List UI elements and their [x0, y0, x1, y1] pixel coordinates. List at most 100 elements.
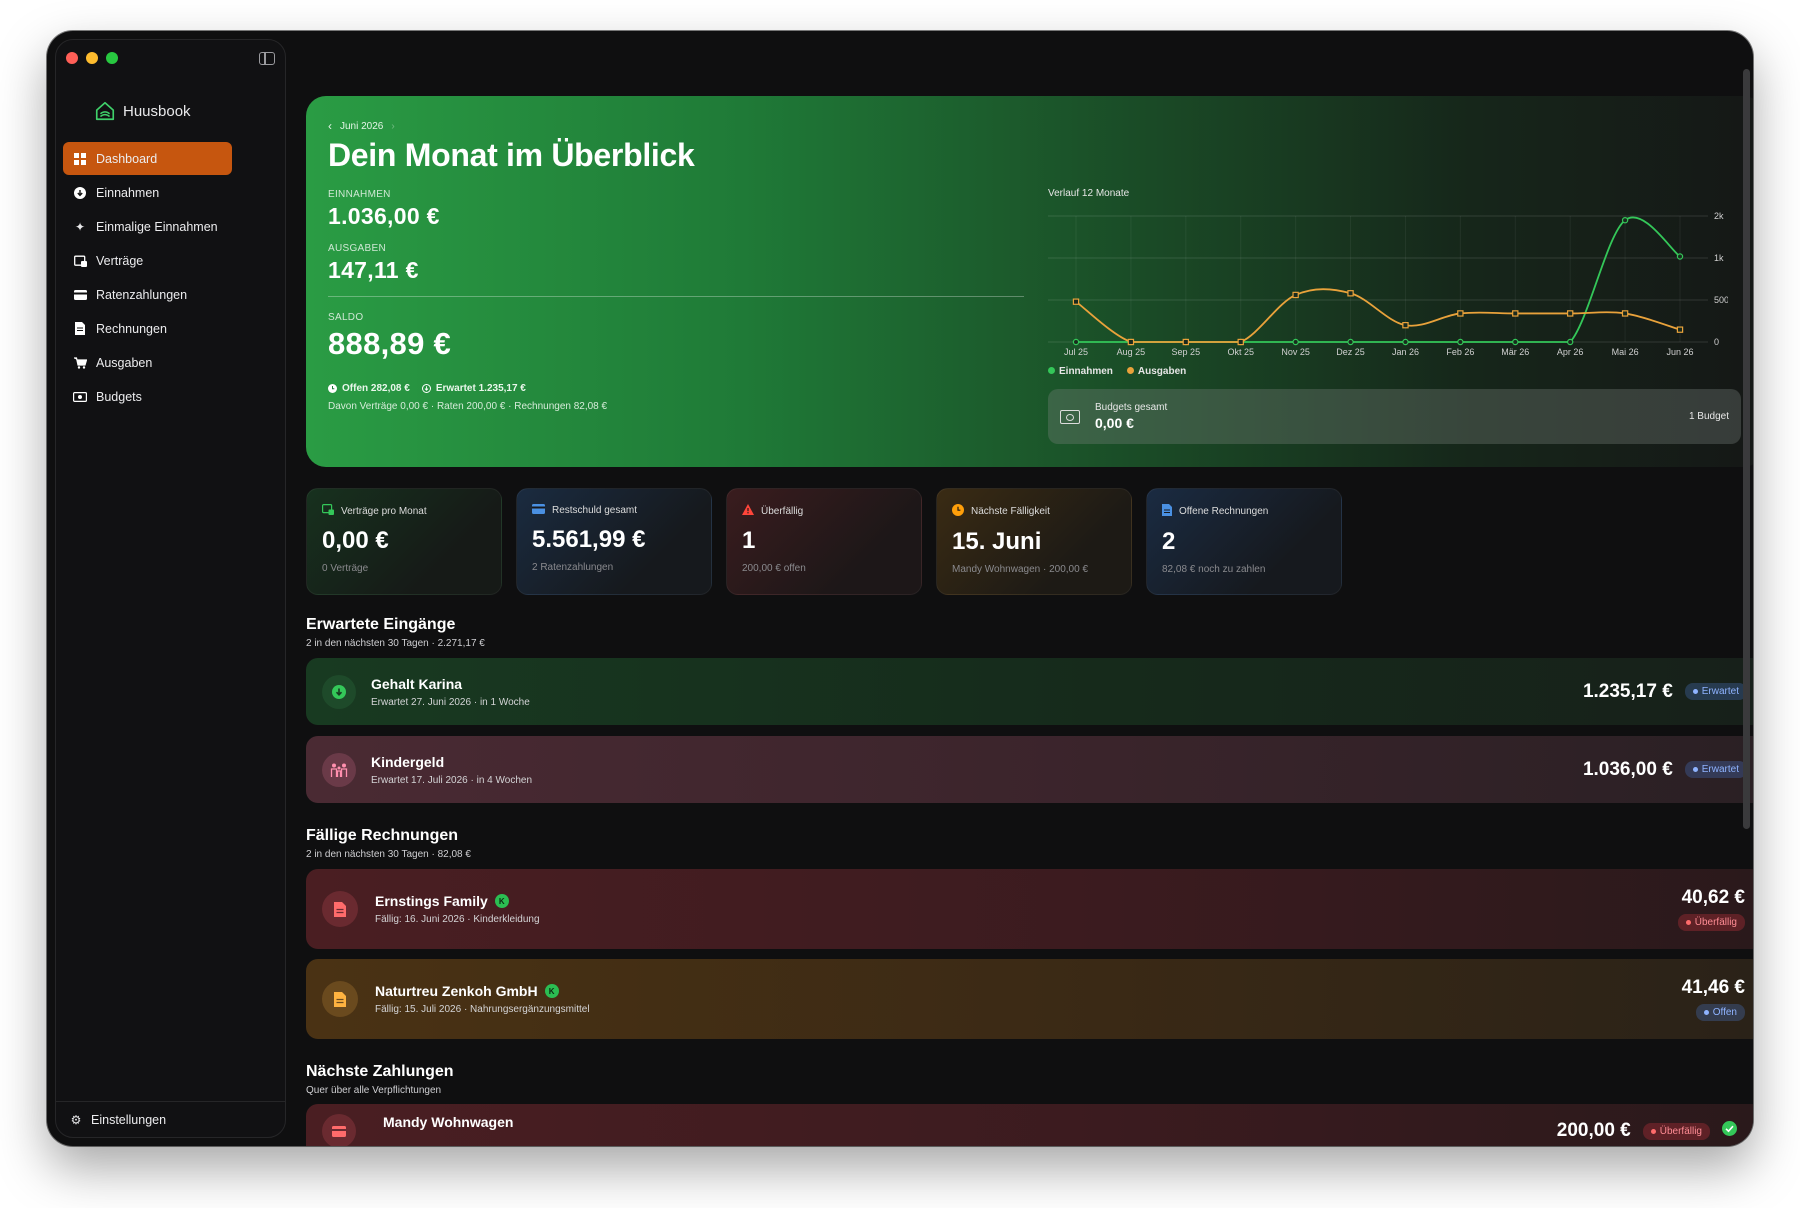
status-badge: Überfällig — [1677, 914, 1745, 931]
list-item-naturtreu[interactable]: Naturtreu Zenkoh GmbH K Fällig: 15. Juli … — [306, 959, 1753, 1039]
minimize-window-button[interactable] — [86, 52, 98, 64]
x-tick-label: Sep 25 — [1172, 347, 1201, 357]
document-icon — [322, 981, 358, 1017]
section-sub: Quer über alle Verpflichtungen — [306, 1085, 442, 1096]
house-logo-icon — [95, 101, 115, 121]
arrow-down-circle-icon — [73, 186, 87, 200]
settings-button[interactable]: ⚙ Einstellungen — [56, 1101, 285, 1137]
close-window-button[interactable] — [66, 52, 78, 64]
status-badge: Erwartet — [1684, 683, 1747, 700]
arrow-down-circle-icon — [322, 674, 356, 709]
sidebar-item-ratenzahlungen[interactable]: Ratenzahlungen — [63, 278, 232, 311]
x-tick-label: Okt 25 — [1227, 347, 1254, 357]
family-icon — [322, 752, 356, 787]
list-item-kindergeld[interactable]: Kindergeld Erwartet 17. Juli 2026 · in 4… — [306, 736, 1753, 803]
sidebar-item-budgets[interactable]: Budgets — [63, 380, 232, 413]
stat-label: Überfällig — [761, 505, 804, 517]
x-tick-label: Aug 25 — [1117, 347, 1146, 357]
data-point — [1621, 310, 1629, 317]
row-amount: 41,46 € — [1681, 977, 1745, 998]
settings-label: Einstellungen — [91, 1112, 167, 1127]
y-tick-label: 1k — [1714, 253, 1724, 263]
stat-card-vertraege[interactable]: Verträge pro Monat 0,00 € 0 Verträge — [306, 488, 502, 595]
stat-card-naechste-faelligkeit[interactable]: Nächste Fälligkeit 15. Juni Mandy Wohnwa… — [936, 488, 1132, 595]
data-point — [1457, 310, 1464, 317]
stat-sub: Mandy Wohnwagen · 200,00 € — [952, 564, 1089, 575]
x-tick-label: Feb 26 — [1446, 347, 1474, 357]
sidebar-item-vertraege[interactable]: Verträge — [63, 244, 232, 277]
status-badge: Überfällig — [1642, 1122, 1710, 1140]
sidebar-item-dashboard[interactable]: Dashboard — [63, 142, 232, 175]
stat-value: 0,00 € — [322, 527, 389, 554]
y-tick-label: 0 — [1714, 337, 1719, 347]
stat-value: 5.561,99 € — [532, 526, 646, 553]
gear-icon: ⚙ — [70, 1112, 82, 1127]
list-item-ernstings-family[interactable]: Ernstings Family K Fällig: 16. Juni 2026 … — [306, 869, 1753, 949]
main-content: ‹ Juni 2026 › Dein Monat im Überblick EI… — [306, 31, 1753, 1146]
data-point — [1512, 338, 1519, 346]
row-sub: Fällig: 15. Juli 2026 · Nahrungsergänzun… — [375, 1004, 590, 1015]
chart-title: Verlauf 12 Monate — [1048, 188, 1130, 199]
sidebar-item-ausgaben[interactable]: Ausgaben — [63, 346, 232, 379]
row-title: Mandy Wohnwagen — [383, 1114, 514, 1130]
grid-icon — [73, 152, 87, 166]
sidebar-item-label: Rechnungen — [96, 321, 167, 336]
sidebar-item-label: Einnahmen — [96, 185, 160, 200]
list-item-gehalt-karina[interactable]: Gehalt Karina Erwartet 27. Juni 2026 · i… — [306, 658, 1753, 725]
row-amount: 1.235,17 € — [1582, 680, 1673, 702]
clock-icon — [952, 504, 964, 519]
section-sub: 2 in den nächsten 30 Tagen · 82,08 € — [306, 849, 471, 860]
section-title-erwartete-eingaenge: Erwartete Eingänge — [306, 616, 456, 633]
stat-card-ueberfaellig[interactable]: Überfällig 1 200,00 € offen — [726, 488, 922, 595]
status-text: Überfällig — [1694, 917, 1737, 928]
brand-logo: Huusbook — [94, 100, 191, 122]
sidebar-item-einnahmen[interactable]: Einnahmen — [63, 176, 232, 209]
legend-item-ausgaben: Ausgaben — [1126, 366, 1186, 377]
y-tick-label: 500 — [1714, 295, 1728, 305]
page-title: Dein Monat im Überblick — [328, 137, 695, 173]
category-badge: K — [544, 984, 559, 998]
list-item-mandy-wohnwagen[interactable]: Mandy Wohnwagen 200,00 € Überfällig — [306, 1104, 1753, 1146]
sidebar-item-einmalige-einnahmen[interactable]: ✦ Einmalige Einnahmen — [63, 210, 232, 243]
category-badge: K — [494, 894, 509, 908]
budget-summary[interactable]: Budgets gesamt 0,00 € 1 Budget — [1048, 389, 1741, 444]
x-tick-label: Jul 25 — [1064, 347, 1088, 357]
zoom-window-button[interactable] — [106, 52, 118, 64]
checkmark-icon[interactable] — [1722, 1121, 1737, 1141]
data-point — [1347, 338, 1354, 346]
app-name: Huusbook — [123, 102, 191, 120]
data-point — [1457, 338, 1464, 346]
row-amount: 1.036,00 € — [1582, 758, 1673, 780]
x-tick-label: Dez 25 — [1336, 347, 1365, 357]
divider — [328, 296, 1024, 297]
stat-card-restschuld[interactable]: Restschuld gesamt 5.561,99 € 2 Ratenzahl… — [516, 488, 712, 595]
row-sub: Erwartet 17. Juli 2026 · in 4 Wochen — [371, 774, 533, 786]
sidebar-item-rechnungen[interactable]: Rechnungen — [63, 312, 232, 345]
cart-icon — [73, 356, 87, 370]
app-window: Huusbook Dashboard Einnahmen ✦ Einmalige… — [47, 31, 1753, 1146]
contract-icon — [322, 504, 334, 518]
banknote-icon — [1060, 409, 1080, 424]
budget-count: 1 Budget — [1688, 411, 1729, 422]
credit-card-icon — [73, 288, 87, 302]
chevron-left-icon[interactable]: ‹ — [328, 119, 332, 133]
chevron-right-icon[interactable]: › — [391, 121, 394, 132]
x-tick-label: Nov 25 — [1281, 347, 1310, 357]
balance-value: 888,89 € — [328, 326, 452, 361]
open-amount-text: Offen 282,08 € — [342, 383, 410, 394]
x-tick-label: Apr 26 — [1557, 347, 1584, 357]
credit-card-icon — [322, 1114, 356, 1146]
breakdown-text: Davon Verträge 0,00 € · Raten 200,00 € ·… — [328, 401, 608, 412]
stat-card-offene-rechnungen[interactable]: Offene Rechnungen 2 82,08 € noch zu zahl… — [1146, 488, 1342, 595]
section-sub: 2 in den nächsten 30 Tagen · 2.271,17 € — [306, 638, 485, 649]
row-sub: Fällig: 16. Juni 2026 · Kinderkleidung — [375, 914, 540, 925]
sidebar-toggle-icon[interactable] — [259, 52, 275, 65]
banknote-icon — [73, 390, 87, 404]
data-point — [1676, 253, 1684, 260]
document-icon — [1162, 504, 1172, 519]
x-tick-label: Mai 26 — [1612, 347, 1639, 357]
stat-value: 1 — [742, 527, 756, 554]
section-title-naechste-zahlungen: Nächste Zahlungen — [306, 1063, 454, 1080]
sidebar: Huusbook Dashboard Einnahmen ✦ Einmalige… — [55, 39, 286, 1138]
scrollbar[interactable] — [1743, 69, 1750, 829]
